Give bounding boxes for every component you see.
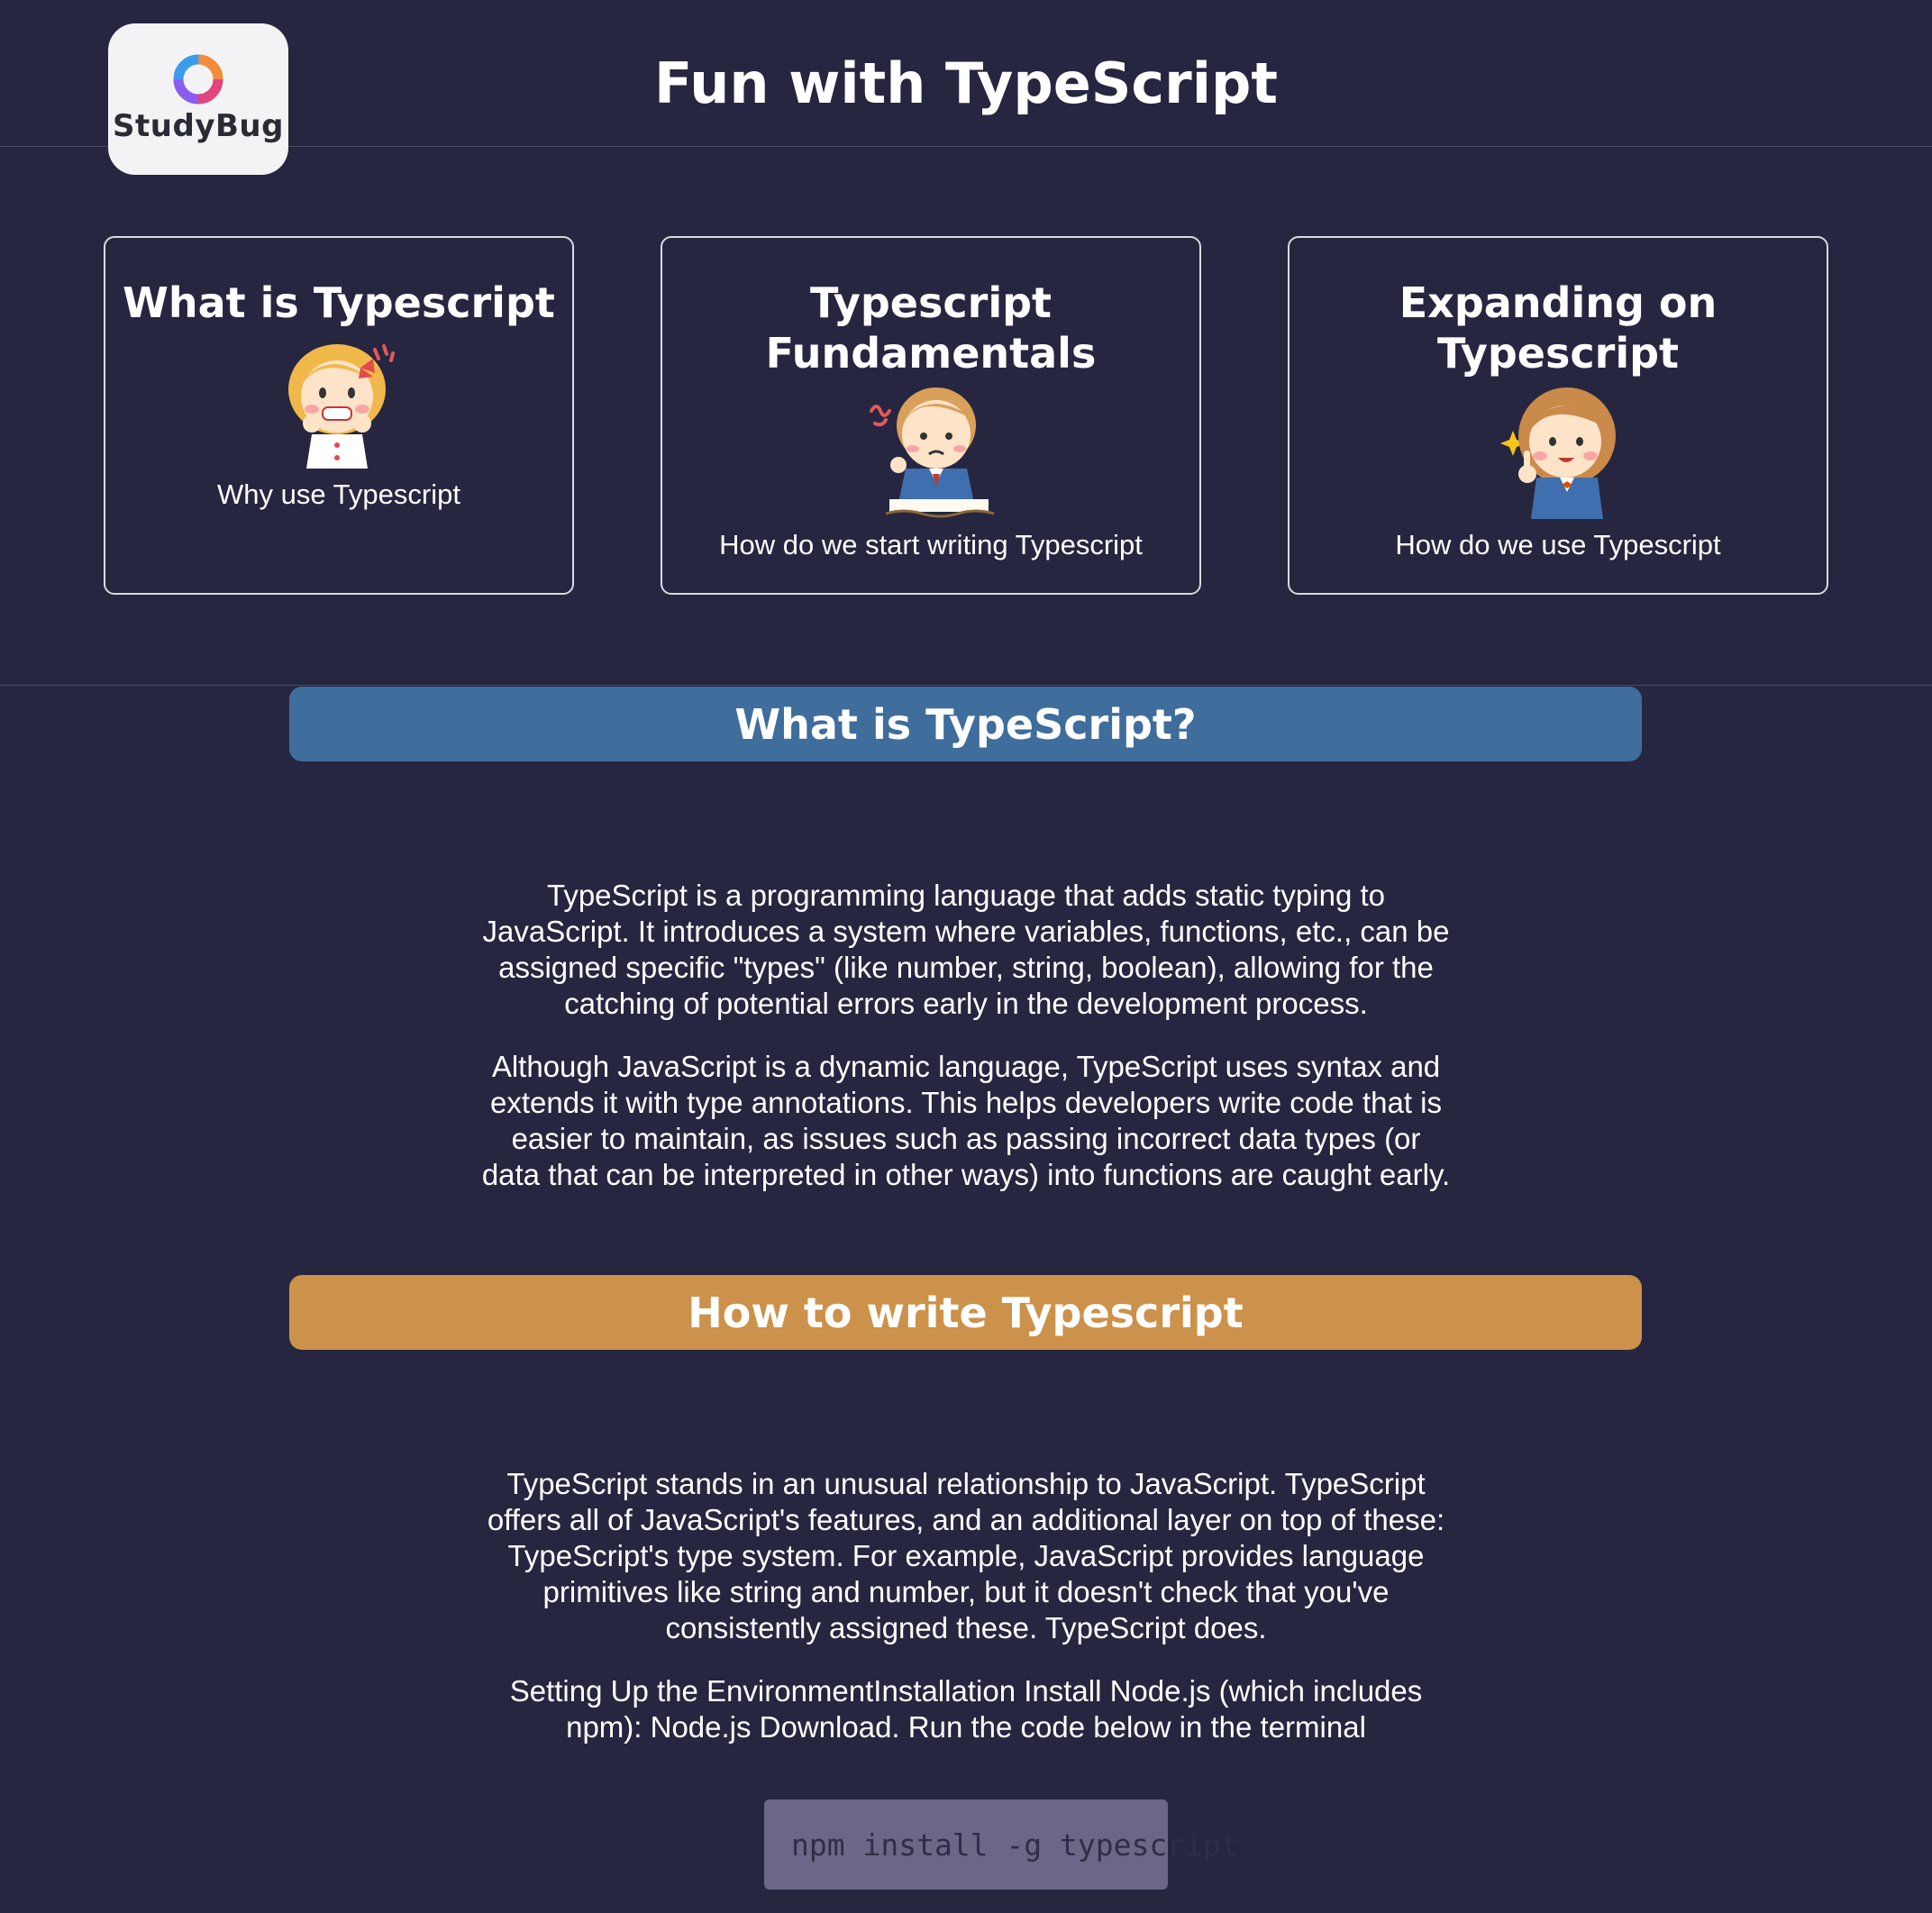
- section-paragraph: TypeScript stands in an unusual relation…: [487, 1467, 1445, 1644]
- section-paragraph: Setting Up the EnvironmentInstallation I…: [509, 1674, 1423, 1744]
- page-title: Fun with TypeScript: [653, 50, 1279, 116]
- code-block[interactable]: npm install -g typescript: [764, 1799, 1239, 1890]
- section-heading-what-is-typescript: What is TypeScript?: [289, 687, 1642, 761]
- page-header: StudyBug Fun with TypeScript: [0, 0, 1932, 175]
- card-title: Expanding on Typescript: [1399, 278, 1718, 378]
- card-what-is-typescript[interactable]: What is Typescript Why use Typescript: [104, 236, 574, 595]
- card-title: Typescript Fundamentals: [765, 278, 1097, 378]
- studybug-logo[interactable]: StudyBug: [108, 23, 288, 175]
- card-title: What is Typescript: [123, 278, 555, 327]
- card-description: How do we use Typescript: [1395, 529, 1721, 560]
- card-description: Why use Typescript: [217, 478, 460, 510]
- card-description: How do we start writing Typescript: [719, 529, 1143, 560]
- boy-writing-illustration: [859, 384, 1003, 524]
- section-paragraph: TypeScript is a programming language tha…: [482, 879, 1450, 1020]
- card-typescript-fundamentals[interactable]: Typescript Fundamentals How do we start …: [661, 236, 1201, 595]
- section-paragraph: Although JavaScript is a dynamic languag…: [481, 1050, 1451, 1191]
- studybug-logo-icon: [173, 54, 223, 105]
- girl-idea-illustration: [1486, 384, 1630, 524]
- code-text: npm install -g typescript: [791, 1826, 1239, 1863]
- card-expanding-on-typescript[interactable]: Expanding on Typescript How do we use Ty…: [1288, 236, 1828, 595]
- section-heading-how-to-write-typescript: How to write Typescript: [289, 1275, 1642, 1350]
- logo-text: StudyBug: [113, 108, 284, 144]
- girl-excited-illustration: [267, 333, 411, 473]
- section-divider: [0, 685, 1932, 686]
